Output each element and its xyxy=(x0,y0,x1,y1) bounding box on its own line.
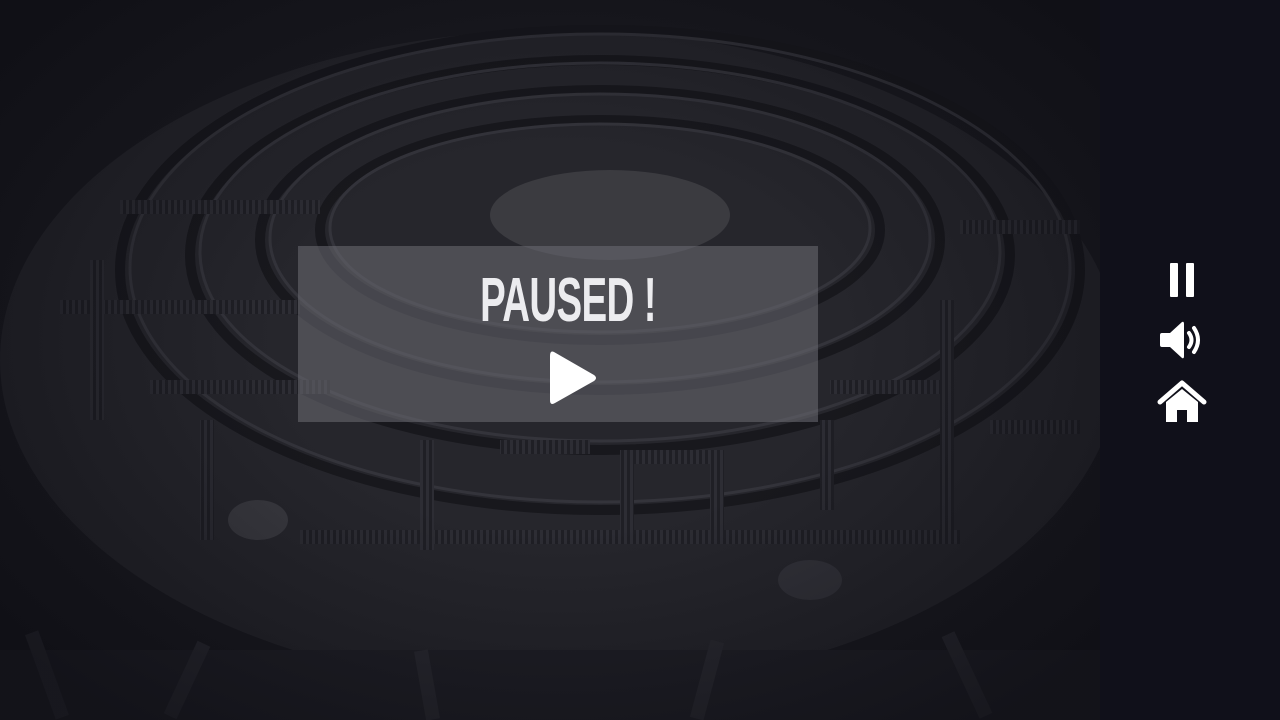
resume-button[interactable] xyxy=(538,346,608,410)
pause-dialog: PAUSED ! xyxy=(298,246,818,422)
home-icon xyxy=(1157,380,1207,422)
sound-button[interactable] xyxy=(1152,314,1212,366)
home-button[interactable] xyxy=(1152,376,1212,428)
paused-title: PAUSED ! xyxy=(480,266,656,335)
speaker-icon xyxy=(1160,321,1200,359)
pause-icon xyxy=(1170,263,1194,297)
pause-button[interactable] xyxy=(1152,254,1212,306)
play-icon xyxy=(550,351,596,404)
